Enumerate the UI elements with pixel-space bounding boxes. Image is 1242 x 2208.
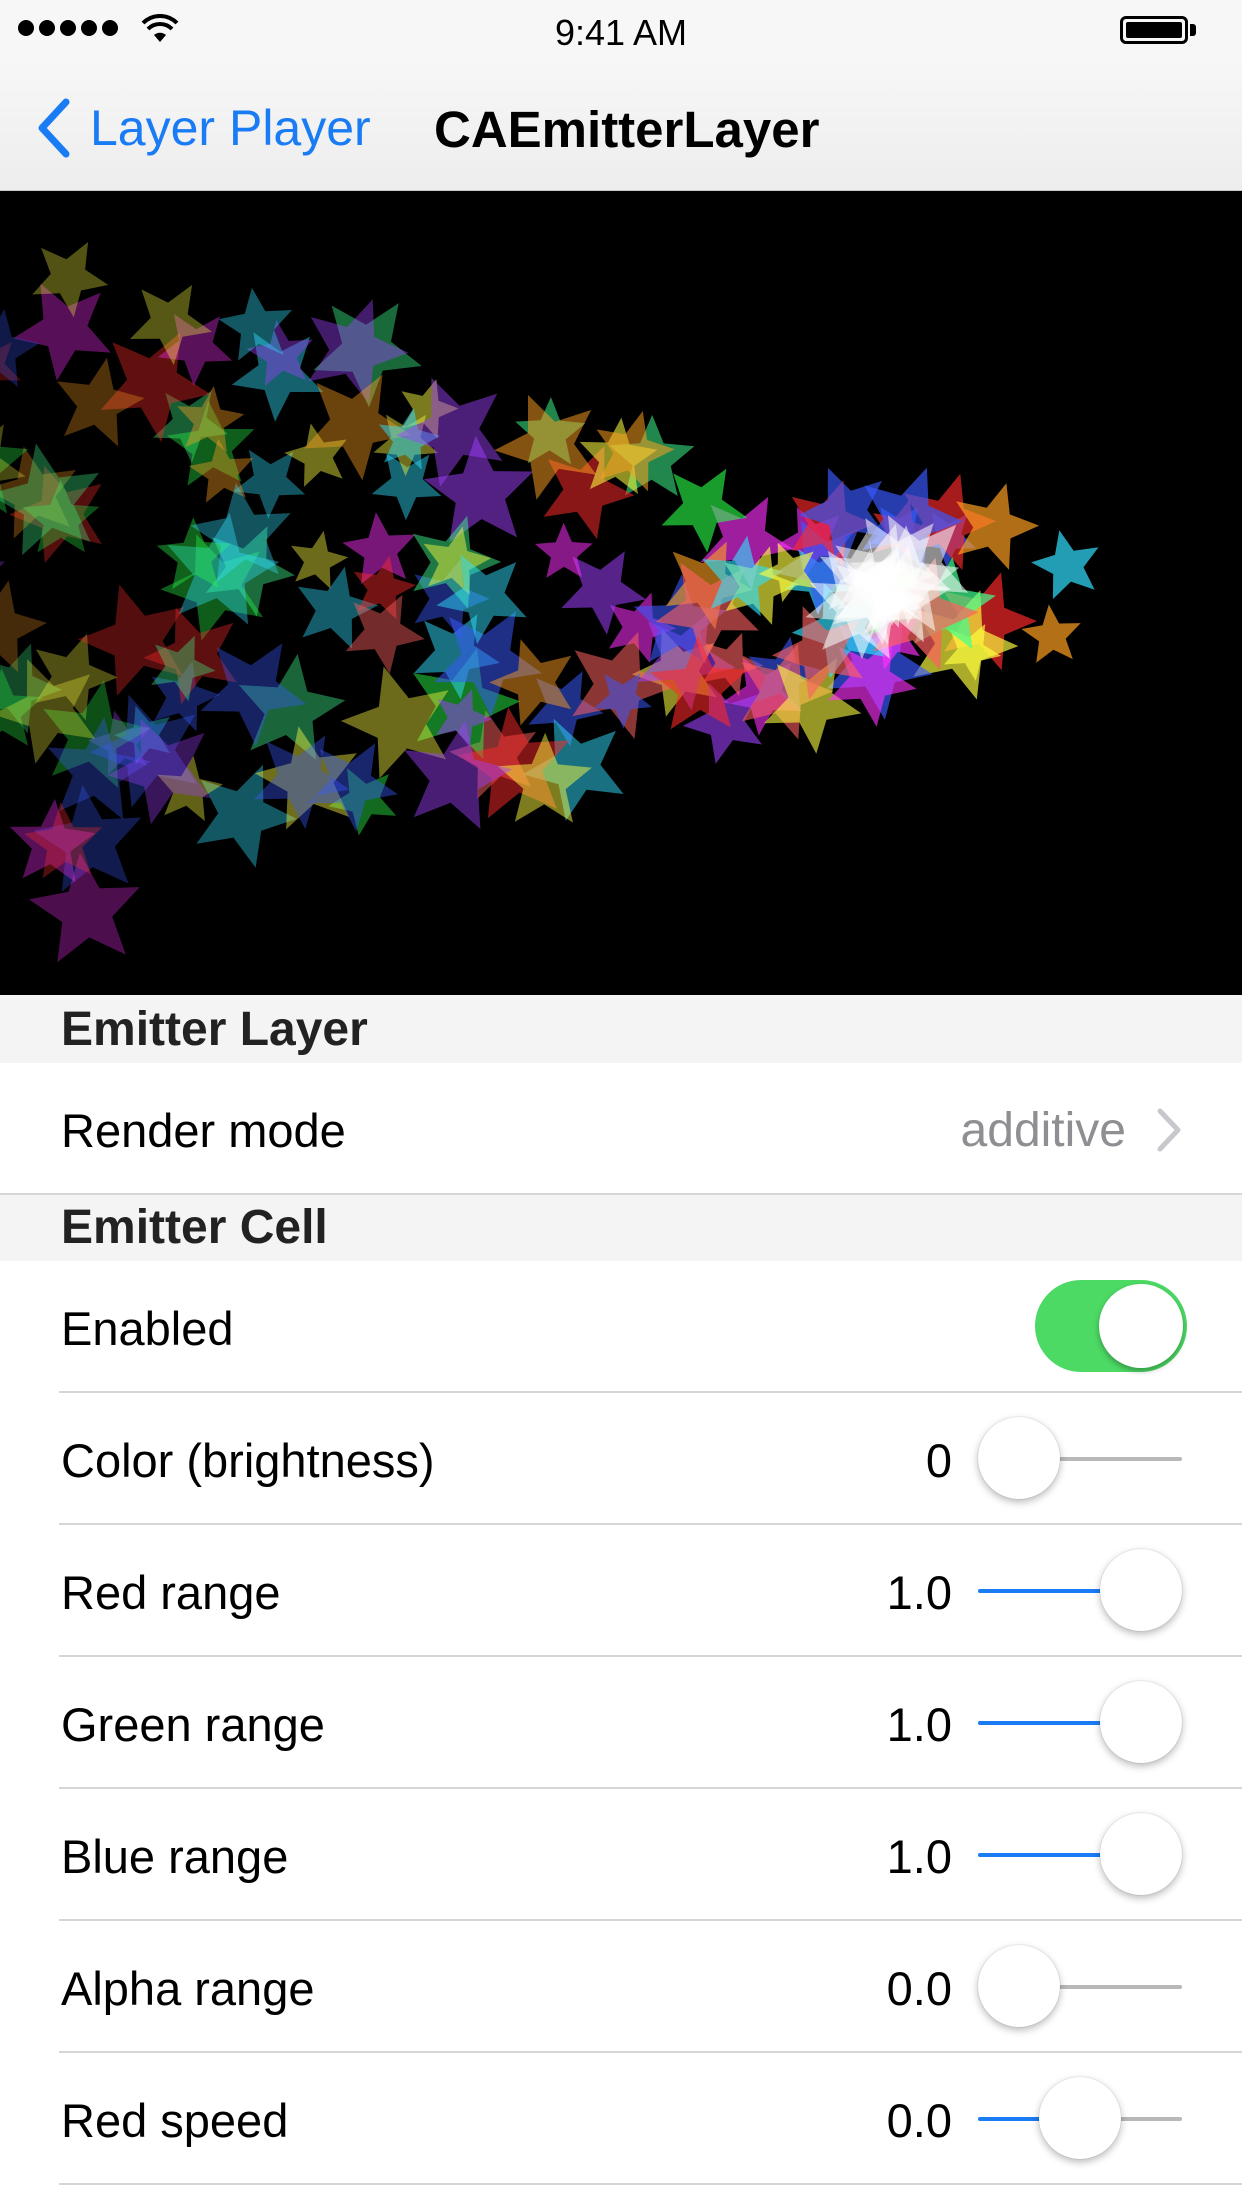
star-particle (1021, 604, 1081, 663)
enabled-row: Enabled (0, 1261, 1242, 1393)
slider-row-value: 1.0 (886, 1698, 952, 1751)
value-slider[interactable] (978, 2077, 1182, 2161)
page-title: CAEmitterLayer (434, 101, 820, 158)
slider-row-value: 1.0 (886, 1830, 952, 1883)
status-bar: 9:41 AM (0, 0, 1242, 60)
slider-row-label: Alpha range (61, 1962, 315, 2015)
battery-tip (1190, 24, 1196, 36)
enabled-toggle[interactable] (1035, 1280, 1187, 1372)
render-mode-value: additive (960, 1104, 1126, 1157)
render-mode-label: Render mode (61, 1104, 346, 1157)
render-mode-row[interactable]: Render mode additive (0, 1063, 1242, 1195)
slider-thumb[interactable] (1100, 1681, 1182, 1763)
toggle-knob (1099, 1284, 1183, 1368)
slider-thumb[interactable] (978, 1945, 1060, 2027)
value-slider[interactable] (978, 1681, 1182, 1765)
slider-row: Alpha range 0.0 (0, 1921, 1242, 2053)
emitter-preview (0, 191, 1242, 995)
slider-row: Green range 1.0 (0, 1657, 1242, 1789)
slider-row-value: 0.0 (886, 2094, 952, 2147)
slider-row: Red range 1.0 (0, 1525, 1242, 1657)
star-particle (13, 283, 111, 381)
slider-row: Blue range 1.0 (0, 1789, 1242, 1921)
slider-row-value: 0 (925, 1434, 952, 1487)
value-slider[interactable] (978, 1945, 1182, 2029)
section-title: Emitter Cell (61, 1201, 328, 1254)
slider-row: Red speed 0.0 (0, 2053, 1242, 2185)
back-button[interactable]: Layer Player (34, 98, 371, 158)
row-separator (59, 2183, 1242, 2185)
battery-icon (1120, 16, 1188, 44)
slider-row-label: Red speed (61, 2094, 289, 2147)
back-button-label: Layer Player (90, 100, 371, 156)
chevron-left-icon (38, 98, 70, 158)
slider-row-label: Red range (61, 1566, 281, 1619)
emitter-particles (0, 242, 1099, 963)
value-slider[interactable] (978, 1417, 1182, 1501)
chevron-right-icon (1157, 1108, 1181, 1152)
slider-row-label: Color (brightness) (61, 1434, 435, 1487)
slider-row-value: 0.0 (886, 1962, 952, 2015)
value-slider[interactable] (978, 1549, 1182, 1633)
navigation-bar: Layer Player CAEmitterLayer (0, 60, 1242, 191)
slider-row: Color (brightness) 0 (0, 1393, 1242, 1525)
slider-thumb[interactable] (1039, 2077, 1121, 2159)
slider-thumb[interactable] (1100, 1813, 1182, 1895)
slider-thumb[interactable] (978, 1417, 1060, 1499)
star-particle (0, 309, 40, 387)
section-header-emitter-cell: Emitter Cell (0, 1195, 1242, 1261)
enabled-label: Enabled (61, 1302, 234, 1355)
section-header-emitter-layer: Emitter Layer (0, 995, 1242, 1063)
slider-row-label: Green range (61, 1698, 325, 1751)
value-slider[interactable] (978, 1813, 1182, 1897)
section-title: Emitter Layer (61, 1003, 368, 1056)
slider-row-label: Blue range (61, 1830, 289, 1883)
slider-thumb[interactable] (1100, 1549, 1182, 1631)
star-particle (1031, 530, 1099, 600)
status-time: 9:41 AM (554, 12, 688, 53)
slider-row-value: 1.0 (886, 1566, 952, 1619)
